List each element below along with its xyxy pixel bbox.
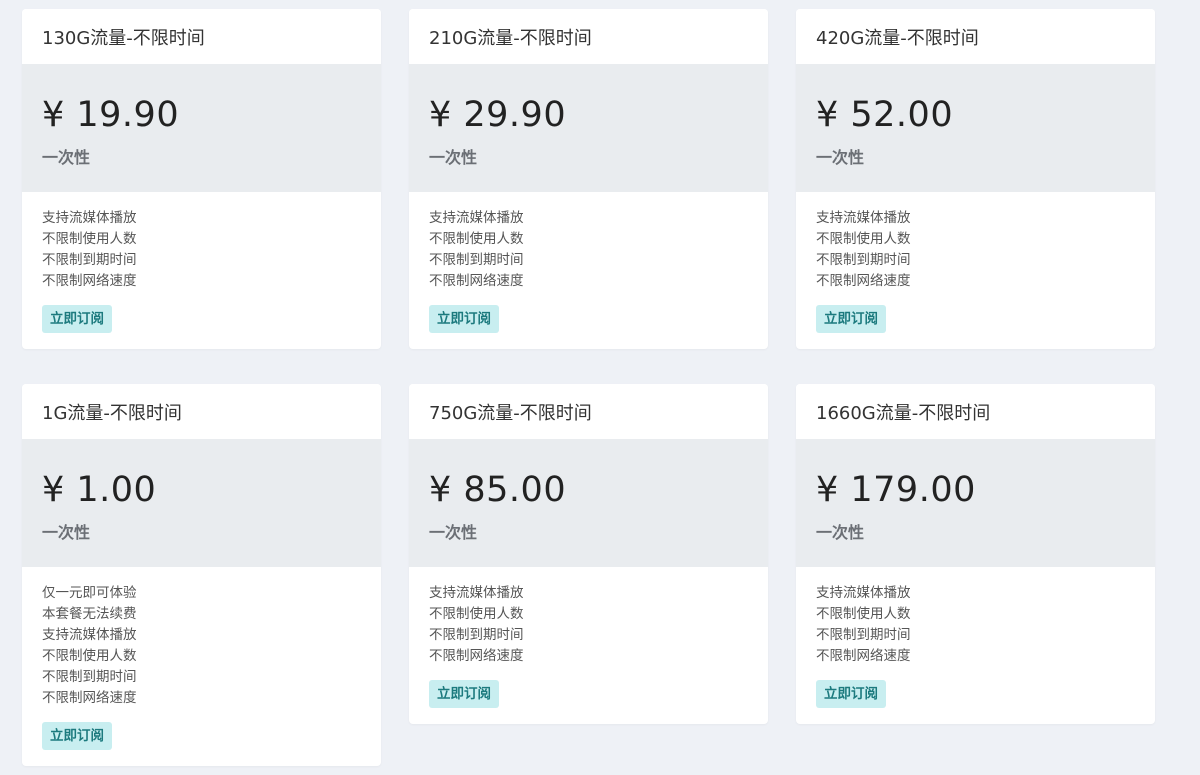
subscribe-button[interactable]: 立即订阅 (816, 680, 886, 708)
feature-item: 不限制网络速度 (42, 273, 137, 289)
subscribe-button[interactable]: 立即订阅 (429, 680, 499, 708)
feature-item: 本套餐无法续费 (42, 606, 137, 622)
plan-body: 支持流媒体播放 不限制使用人数 不限制到期时间 不限制网络速度 立即订阅 (409, 192, 768, 349)
feature-list: 支持流媒体播放 不限制使用人数 不限制到期时间 不限制网络速度 (429, 208, 748, 292)
plan-title: 1G流量-不限时间 (22, 384, 381, 439)
feature-item: 不限制网络速度 (429, 648, 524, 664)
feature-item: 支持流媒体播放 (429, 585, 524, 601)
plan-body: 支持流媒体播放 不限制使用人数 不限制到期时间 不限制网络速度 立即订阅 (796, 192, 1155, 349)
subscribe-button[interactable]: 立即订阅 (816, 305, 886, 333)
price-section: ¥ 1.00 一次性 (22, 439, 381, 567)
price-section: ¥ 29.90 一次性 (409, 64, 768, 192)
feature-list: 支持流媒体播放 不限制使用人数 不限制到期时间 不限制网络速度 (816, 208, 1135, 292)
feature-item: 不限制使用人数 (42, 231, 137, 247)
feature-item: 不限制到期时间 (816, 627, 911, 643)
subscribe-button[interactable]: 立即订阅 (429, 305, 499, 333)
feature-item: 支持流媒体播放 (42, 627, 137, 643)
subscribe-button[interactable]: 立即订阅 (42, 305, 112, 333)
feature-item: 支持流媒体播放 (42, 210, 137, 226)
plan-body: 支持流媒体播放 不限制使用人数 不限制到期时间 不限制网络速度 立即订阅 (22, 192, 381, 349)
plan-card: 1660G流量-不限时间 ¥ 179.00 一次性 支持流媒体播放 不限制使用人… (796, 384, 1155, 724)
plan-title: 1660G流量-不限时间 (796, 384, 1155, 439)
plan-price: ¥ 1.00 (42, 470, 157, 510)
feature-item: 不限制使用人数 (816, 606, 911, 622)
feature-item: 支持流媒体播放 (816, 585, 911, 601)
price-section: ¥ 19.90 一次性 (22, 64, 381, 192)
feature-item: 不限制到期时间 (42, 252, 137, 268)
plan-card: 1G流量-不限时间 ¥ 1.00 一次性 仅一元即可体验 本套餐无法续费 支持流… (22, 384, 381, 766)
plan-title: 420G流量-不限时间 (796, 9, 1155, 64)
feature-item: 支持流媒体播放 (816, 210, 911, 226)
billing-period: 一次性 (42, 523, 91, 542)
feature-item: 不限制网络速度 (816, 273, 911, 289)
feature-item: 不限制使用人数 (42, 648, 137, 664)
plan-price: ¥ 52.00 (816, 95, 954, 135)
plan-body: 支持流媒体播放 不限制使用人数 不限制到期时间 不限制网络速度 立即订阅 (409, 567, 768, 724)
plan-card: 130G流量-不限时间 ¥ 19.90 一次性 支持流媒体播放 不限制使用人数 … (22, 9, 381, 349)
feature-item: 不限制使用人数 (429, 231, 524, 247)
plan-price: ¥ 85.00 (429, 470, 567, 510)
billing-period: 一次性 (42, 148, 91, 167)
feature-list: 支持流媒体播放 不限制使用人数 不限制到期时间 不限制网络速度 (429, 583, 748, 667)
feature-item: 仅一元即可体验 (42, 585, 137, 601)
feature-list: 支持流媒体播放 不限制使用人数 不限制到期时间 不限制网络速度 (816, 583, 1135, 667)
billing-period: 一次性 (429, 523, 478, 542)
subscribe-button[interactable]: 立即订阅 (42, 722, 112, 750)
feature-item: 不限制网络速度 (42, 690, 137, 706)
feature-list: 支持流媒体播放 不限制使用人数 不限制到期时间 不限制网络速度 (42, 208, 361, 292)
plan-title: 130G流量-不限时间 (22, 9, 381, 64)
billing-period: 一次性 (816, 523, 865, 542)
billing-period: 一次性 (816, 148, 865, 167)
price-section: ¥ 52.00 一次性 (796, 64, 1155, 192)
plan-body: 仅一元即可体验 本套餐无法续费 支持流媒体播放 不限制使用人数 不限制到期时间 … (22, 567, 381, 766)
plan-body: 支持流媒体播放 不限制使用人数 不限制到期时间 不限制网络速度 立即订阅 (796, 567, 1155, 724)
plan-price: ¥ 179.00 (816, 470, 976, 510)
billing-period: 一次性 (429, 148, 478, 167)
feature-item: 不限制到期时间 (42, 669, 137, 685)
feature-item: 不限制使用人数 (429, 606, 524, 622)
plan-title: 210G流量-不限时间 (409, 9, 768, 64)
plan-card: 210G流量-不限时间 ¥ 29.90 一次性 支持流媒体播放 不限制使用人数 … (409, 9, 768, 349)
feature-item: 支持流媒体播放 (429, 210, 524, 226)
feature-item: 不限制到期时间 (816, 252, 911, 268)
price-section: ¥ 179.00 一次性 (796, 439, 1155, 567)
feature-list: 仅一元即可体验 本套餐无法续费 支持流媒体播放 不限制使用人数 不限制到期时间 … (42, 583, 361, 709)
feature-item: 不限制使用人数 (816, 231, 911, 247)
plan-card: 420G流量-不限时间 ¥ 52.00 一次性 支持流媒体播放 不限制使用人数 … (796, 9, 1155, 349)
feature-item: 不限制到期时间 (429, 627, 524, 643)
feature-item: 不限制网络速度 (429, 273, 524, 289)
plan-title: 750G流量-不限时间 (409, 384, 768, 439)
plan-price: ¥ 19.90 (42, 95, 180, 135)
price-section: ¥ 85.00 一次性 (409, 439, 768, 567)
feature-item: 不限制网络速度 (816, 648, 911, 664)
plan-card: 750G流量-不限时间 ¥ 85.00 一次性 支持流媒体播放 不限制使用人数 … (409, 384, 768, 724)
feature-item: 不限制到期时间 (429, 252, 524, 268)
plan-price: ¥ 29.90 (429, 95, 567, 135)
